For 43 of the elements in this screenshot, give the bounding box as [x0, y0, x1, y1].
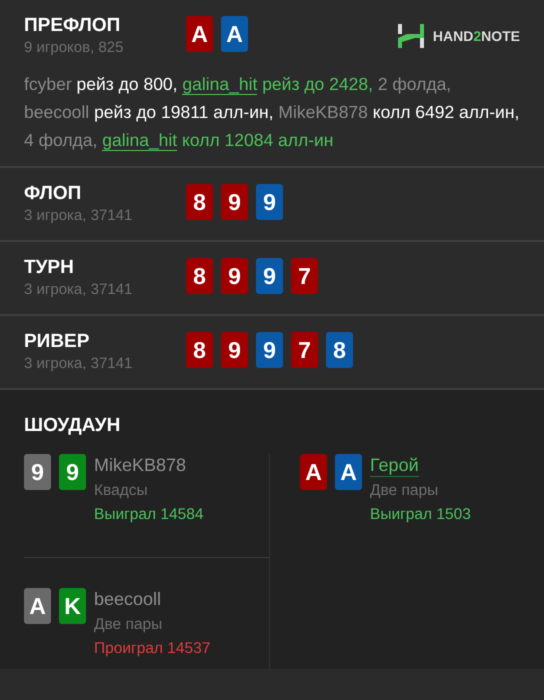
street-info: 9 игроков, 825 — [24, 38, 124, 58]
playing-card: 9 — [221, 184, 248, 220]
street-title: ФЛОП — [24, 182, 82, 206]
playing-card: 9 — [24, 454, 51, 490]
player-link[interactable]: Герой — [370, 454, 419, 477]
street-info: 3 игрока, 37141 — [24, 280, 134, 300]
playing-card: 9 — [256, 258, 283, 294]
playing-card: 9 — [256, 332, 283, 368]
playing-card: 7 — [291, 258, 318, 294]
playing-card: 8 — [326, 332, 353, 368]
playing-card: A — [221, 16, 248, 52]
action-log: fcyber рейз до 800, galina_hit рейз до 2428, 2 фолда, beecooll рейз до 19811 алл-ин, MikeKB878 колл 6492 алл-ин, 4 фолда, galina_hit колл 12084 алл-ин — [24, 73, 520, 153]
playing-card: A — [335, 454, 362, 490]
playing-card: 7 — [291, 332, 318, 368]
playing-card: A — [186, 16, 213, 52]
player-name: MikeKB878 — [94, 454, 186, 476]
hand-rank: Две пары — [94, 615, 164, 635]
logo-icon — [396, 22, 425, 50]
playing-card: A — [24, 588, 51, 624]
result-text: Выиграл 14584 — [94, 505, 204, 525]
playing-card: 9 — [221, 332, 248, 368]
playing-card: 9 — [59, 454, 86, 490]
player-link[interactable]: galina_hit — [182, 74, 258, 95]
street-title: ПРЕФЛОП — [24, 14, 122, 38]
result-text: Проиграл 14537 — [94, 639, 210, 659]
logo-text: HAND2NOTE — [432, 26, 520, 46]
playing-card: K — [59, 588, 86, 624]
street-info: 3 игрока, 37141 — [24, 354, 134, 374]
playing-card: 8 — [186, 332, 213, 368]
street-title: ТУРН — [24, 256, 75, 280]
player-name: beecooll — [94, 588, 162, 610]
street-title: РИВЕР — [24, 330, 90, 354]
player-link[interactable]: galina_hit — [102, 130, 178, 151]
playing-card: 8 — [186, 258, 213, 294]
result-text: Выиграл 1503 — [370, 505, 471, 525]
playing-card: 9 — [256, 184, 283, 220]
playing-card: 9 — [221, 258, 248, 294]
playing-card: A — [300, 454, 327, 490]
hand-rank: Две пары — [370, 481, 440, 501]
playing-card: 8 — [186, 184, 213, 220]
hand-rank: Квадсы — [94, 481, 149, 501]
section-title: ШОУДАУН — [24, 414, 122, 438]
street-info: 3 игрока, 37141 — [24, 206, 134, 226]
